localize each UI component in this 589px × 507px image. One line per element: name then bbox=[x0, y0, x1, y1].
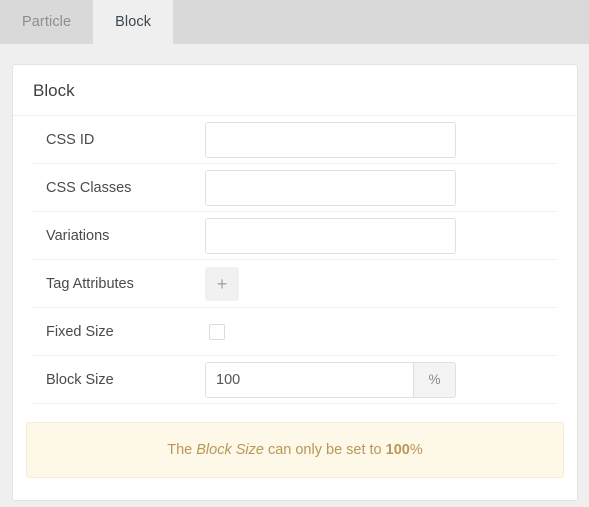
settings-form: CSS ID CSS Classes Variations Tag Attrib… bbox=[13, 116, 577, 404]
label-css-id: CSS ID bbox=[46, 131, 95, 148]
form-row-variations: Variations bbox=[33, 212, 557, 260]
form-row-css-classes: CSS Classes bbox=[33, 164, 557, 212]
form-row-fixed-size: Fixed Size bbox=[33, 308, 557, 356]
alert-strong-value: 100 bbox=[385, 442, 410, 458]
block-size-input[interactable] bbox=[205, 361, 414, 398]
tab-particle[interactable]: Particle bbox=[0, 0, 93, 44]
field-block-size: % bbox=[205, 361, 557, 398]
label-fixed-size: Fixed Size bbox=[46, 323, 114, 340]
block-size-notice: The Block Size can only be set to 100% bbox=[26, 422, 564, 478]
variations-input[interactable] bbox=[205, 217, 456, 254]
field-tag-attributes: + bbox=[205, 266, 557, 301]
percent-addon: % bbox=[414, 361, 456, 398]
label-tag-attributes: Tag Attributes bbox=[46, 275, 134, 292]
label-variations: Variations bbox=[46, 227, 110, 244]
field-css-id bbox=[205, 121, 557, 158]
css-id-input[interactable] bbox=[205, 121, 456, 158]
add-tag-attribute-button[interactable]: + bbox=[205, 266, 239, 301]
alert-suffix: % bbox=[409, 442, 423, 458]
label-css-classes: CSS Classes bbox=[46, 179, 132, 196]
field-fixed-size bbox=[205, 323, 557, 340]
alert-prefix: The bbox=[167, 442, 197, 458]
plus-icon: + bbox=[216, 273, 228, 294]
form-row-css-id: CSS ID bbox=[33, 116, 557, 164]
form-row-block-size: Block Size % bbox=[33, 356, 557, 404]
field-css-classes bbox=[205, 169, 557, 206]
tab-block[interactable]: Block bbox=[93, 0, 174, 44]
alert-middle: can only be set to bbox=[263, 442, 386, 458]
field-variations bbox=[205, 217, 557, 254]
css-classes-input[interactable] bbox=[205, 169, 456, 206]
label-block-size: Block Size bbox=[46, 371, 114, 388]
tab-particle-label: Particle bbox=[22, 14, 72, 30]
block-settings-card: Block CSS ID CSS Classes Variations Tag … bbox=[12, 64, 578, 501]
tab-bar: Particle Block bbox=[0, 0, 589, 44]
block-size-input-group: % bbox=[205, 361, 456, 398]
alert-container: The Block Size can only be set to 100% bbox=[13, 404, 577, 500]
tab-block-label: Block bbox=[115, 14, 152, 30]
fixed-size-checkbox[interactable] bbox=[209, 323, 225, 340]
panel-title: Block bbox=[13, 65, 577, 116]
alert-emphasis: Block Size bbox=[196, 442, 264, 458]
form-row-tag-attributes: Tag Attributes + bbox=[33, 260, 557, 308]
